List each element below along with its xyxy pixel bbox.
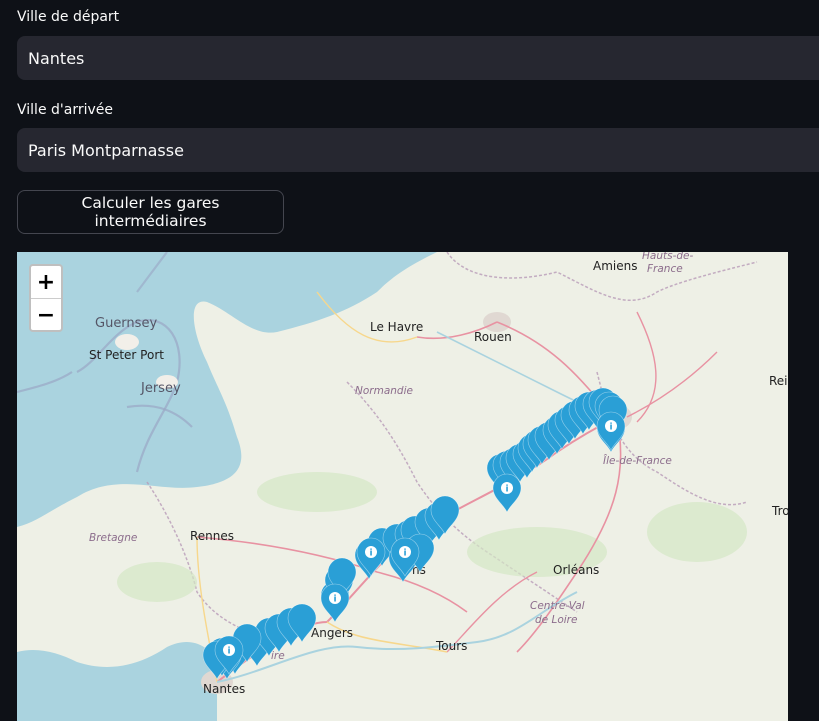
zoom-in-button[interactable]: + — [31, 266, 61, 299]
info-icon-glyph: i — [505, 485, 508, 495]
station-markers: i i i i i i — [202, 387, 628, 680]
info-icon-glyph: i — [333, 595, 336, 605]
arrival-label: Ville d'arrivée — [17, 102, 113, 118]
station-marker[interactable]: i — [320, 583, 350, 623]
station-marker[interactable]: i — [596, 411, 626, 451]
info-icon-glyph: i — [227, 647, 230, 657]
arrival-input[interactable]: Paris Montparnasse — [17, 128, 819, 172]
station-marker[interactable]: i — [492, 473, 522, 513]
info-icon-glyph: i — [369, 549, 372, 559]
info-icon-glyph: i — [403, 549, 406, 559]
info-icon-glyph: i — [609, 423, 612, 433]
zoom-out-button[interactable]: − — [31, 299, 61, 331]
zoom-control: + − — [29, 264, 63, 332]
station-marker[interactable]: i — [356, 537, 386, 577]
compute-stations-button[interactable]: Calculer les gares intermédiaires — [17, 190, 284, 234]
departure-input[interactable]: Nantes — [17, 36, 819, 80]
route-map[interactable]: + − Guernsey St Peter Port Jersey Le Hav… — [17, 252, 788, 721]
departure-label: Ville de départ — [17, 9, 120, 25]
